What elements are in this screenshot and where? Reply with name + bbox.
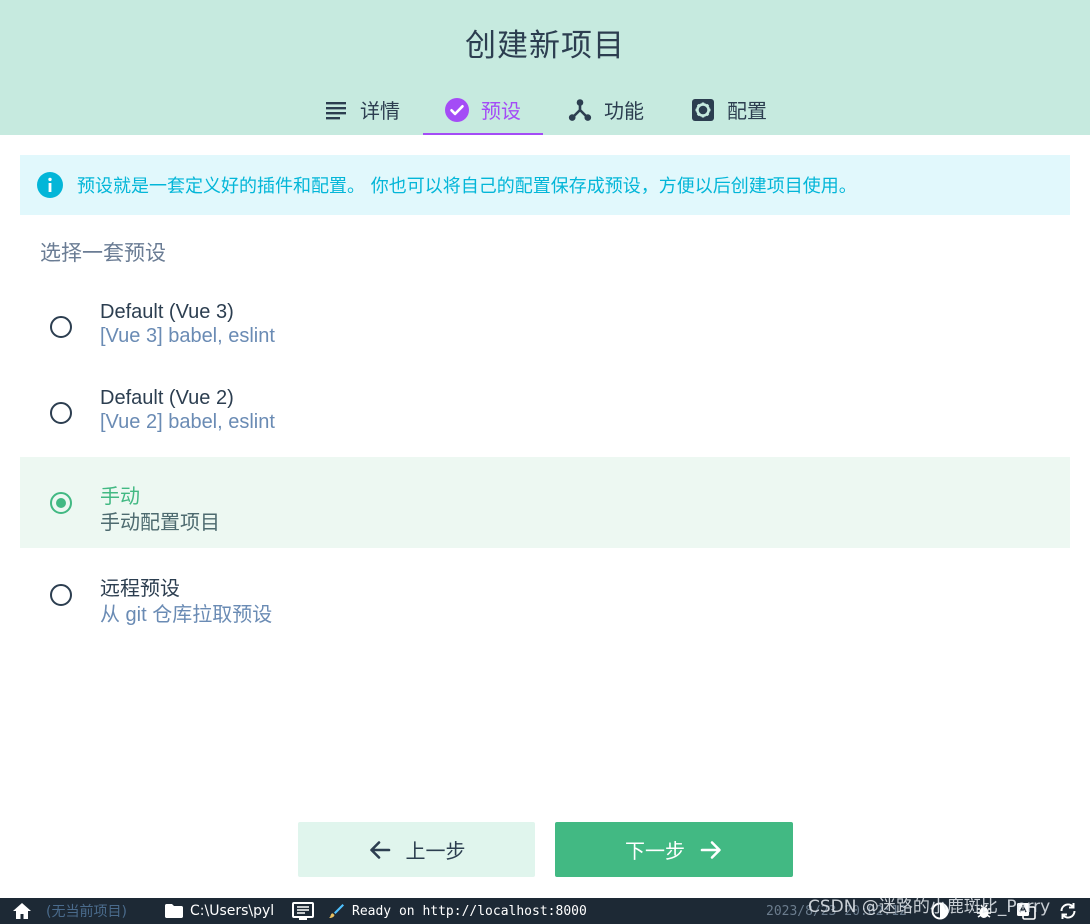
preset-option-vue2[interactable]: Default (Vue 2) [Vue 2] babel, eslint [20, 369, 1070, 459]
preset-option-vue3[interactable]: Default (Vue 3) [Vue 3] babel, eslint [20, 283, 1070, 373]
folder-icon [164, 903, 184, 919]
brush-icon [328, 903, 344, 919]
preset-name: 远程预设 [100, 578, 180, 600]
refresh-icon [1058, 902, 1078, 920]
radio-button[interactable] [50, 402, 72, 424]
radio-button[interactable] [50, 316, 72, 338]
info-icon [37, 172, 63, 198]
page-title: 创建新项目 [465, 28, 625, 64]
preset-description: 手动配置项目 [100, 512, 220, 534]
refresh-button[interactable] [1058, 898, 1078, 924]
radio-button[interactable] [50, 584, 72, 606]
next-step-label: 下一步 [625, 839, 685, 863]
radio-button-checked[interactable] [50, 492, 72, 514]
tab-config[interactable]: 配置 [691, 84, 767, 135]
tab-features[interactable]: 功能 [568, 84, 644, 135]
arrow-right-icon [699, 838, 723, 862]
preset-description: [Vue 3] babel, eslint [100, 325, 275, 347]
step-tabs: 详情 预设 功能 配置 [0, 84, 1090, 135]
tab-label: 功能 [604, 99, 644, 123]
console-icon [292, 902, 314, 920]
console-button[interactable] [292, 898, 314, 924]
current-project[interactable]: (无当前项目) [46, 898, 127, 924]
preset-option-remote[interactable]: 远程预设 从 git 仓库拉取预设 [20, 550, 1070, 640]
previous-step-label: 上一步 [405, 839, 466, 863]
log-message[interactable]: Ready on http://localhost:8000 [328, 898, 587, 924]
tab-label: 预设 [481, 99, 521, 123]
watermark: CSDN @迷路的小鹿斑比_Perry [808, 897, 1051, 917]
tab-presets[interactable]: 预设 [423, 84, 543, 135]
tab-label: 配置 [727, 99, 767, 123]
preset-name: Default (Vue 2) [100, 387, 234, 409]
preset-description: 从 git 仓库拉取预设 [100, 604, 273, 626]
tab-details[interactable]: 详情 [324, 84, 400, 135]
previous-step-button[interactable]: 上一步 [298, 822, 535, 877]
folder-button[interactable]: C:\Users\pyl [164, 898, 274, 924]
info-banner: 预设就是一套定义好的插件和配置。 你也可以将自己的配置保存成预设，方便以后创建项… [20, 155, 1070, 215]
home-button[interactable] [12, 898, 32, 924]
next-step-button[interactable]: 下一步 [555, 822, 793, 877]
current-path: C:\Users\pyl [190, 903, 275, 919]
section-title: 选择一套预设 [40, 241, 166, 265]
info-text: 预设就是一套定义好的插件和配置。 你也可以将自己的配置保存成预设，方便以后创建项… [77, 176, 857, 197]
log-text: Ready on http://localhost:8000 [352, 903, 587, 919]
gear-icon [691, 98, 715, 122]
preset-option-manual[interactable]: 手动 手动配置项目 [20, 457, 1070, 548]
preset-description: [Vue 2] babel, eslint [100, 411, 275, 433]
home-icon [12, 902, 32, 920]
fork-icon [568, 98, 592, 122]
list-icon [324, 98, 348, 122]
header: 创建新项目 详情 预设 功能 配置 [0, 0, 1090, 135]
arrow-left-icon [368, 838, 392, 862]
check-circle-icon [445, 97, 469, 122]
tab-label: 详情 [360, 99, 400, 123]
preset-name: Default (Vue 3) [100, 301, 234, 323]
preset-name: 手动 [100, 486, 140, 508]
